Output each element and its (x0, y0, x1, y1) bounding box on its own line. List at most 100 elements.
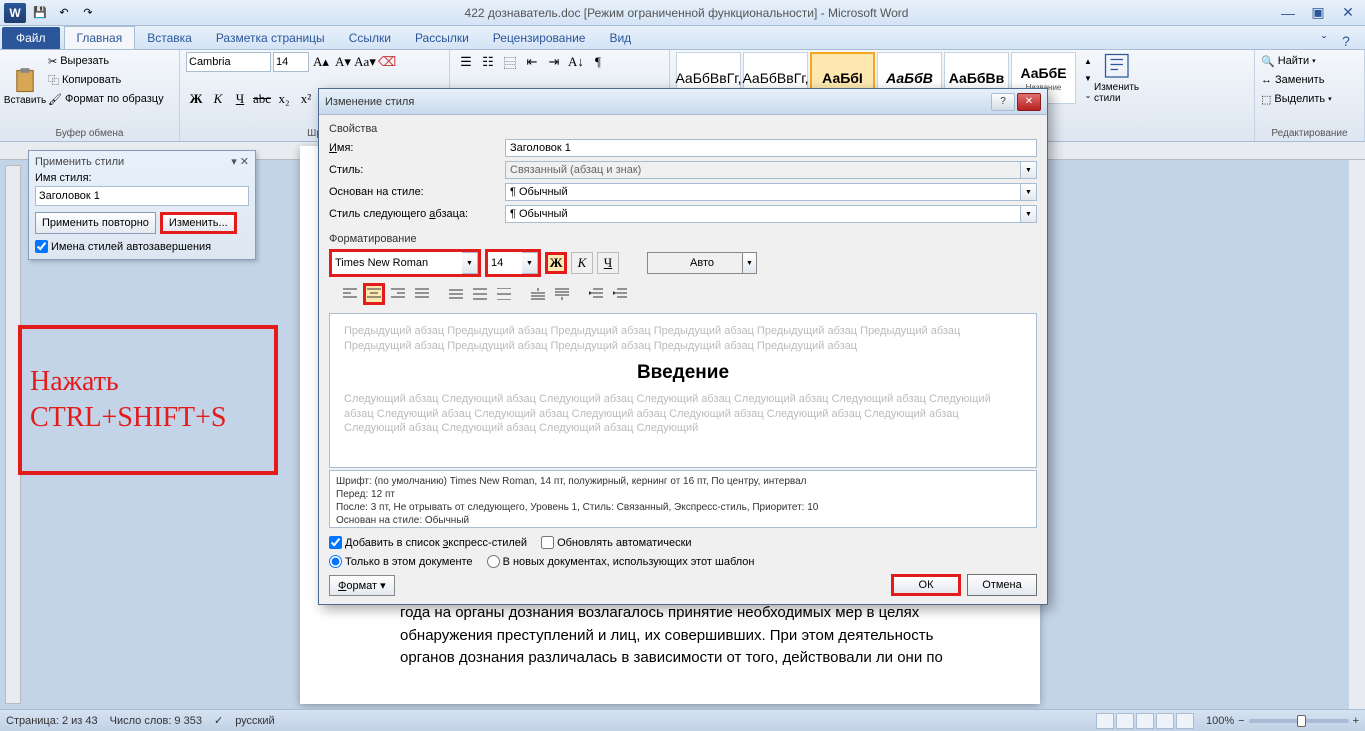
tab-review[interactable]: Рецензирование (481, 27, 598, 49)
help-icon[interactable]: ? (1335, 33, 1357, 49)
find-button[interactable]: 🔍Найти ▾ (1261, 52, 1358, 70)
indent-inc-button[interactable] (609, 283, 631, 305)
multilevel-button[interactable]: ⿳ (500, 52, 520, 72)
space-before-dec-button[interactable] (551, 283, 573, 305)
redo-icon[interactable]: ↷ (78, 4, 98, 22)
save-icon[interactable]: 💾 (30, 4, 50, 22)
clear-format-button[interactable]: ⌫ (377, 52, 397, 72)
ok-button[interactable]: ОК (891, 574, 961, 596)
zoom-level[interactable]: 100% (1206, 715, 1234, 727)
tab-view[interactable]: Вид (597, 27, 643, 49)
name-label: Имя: (329, 142, 505, 154)
apply-panel-dropdown[interactable]: ▾ (231, 156, 237, 168)
increase-indent-button[interactable]: ⇥ (544, 52, 564, 72)
format-menu-button[interactable]: Формат ▾ (329, 575, 395, 596)
based-on-select[interactable] (505, 183, 1021, 201)
dialog-bold-button[interactable]: Ж (545, 252, 567, 274)
outline-view[interactable] (1156, 713, 1174, 729)
modify-button[interactable]: Изменить... (160, 212, 237, 234)
dialog-underline-button[interactable]: Ч (597, 252, 619, 274)
align-justify-button[interactable] (411, 283, 433, 305)
bullets-button[interactable]: ☰ (456, 52, 476, 72)
align-right-button[interactable] (387, 283, 409, 305)
strikethrough-button[interactable]: abc (252, 89, 272, 109)
language[interactable]: русский (235, 715, 274, 727)
dialog-size-select[interactable] (488, 252, 522, 274)
draft-view[interactable] (1176, 713, 1194, 729)
word-count[interactable]: Число слов: 9 353 (110, 715, 202, 727)
shrink-font-button[interactable]: A▾ (333, 52, 353, 72)
line-spacing-2-button[interactable] (493, 283, 515, 305)
pilcrow-button[interactable]: ¶ (588, 52, 608, 72)
vertical-scrollbar[interactable] (1348, 160, 1365, 709)
tab-references[interactable]: Ссылки (337, 27, 403, 49)
dialog-italic-button[interactable]: К (571, 252, 593, 274)
zoom-out-button[interactable]: − (1238, 715, 1244, 727)
bold-button[interactable]: Ж (186, 89, 206, 109)
chevron-down-icon: ▼ (1021, 161, 1037, 179)
new-docs-radio[interactable]: В новых документах, использующих этот ша… (487, 555, 755, 568)
dialog-help-button[interactable]: ? (991, 93, 1015, 111)
maximize-button[interactable]: ▣ (1305, 4, 1331, 22)
close-button[interactable]: ✕ (1335, 4, 1361, 22)
line-spacing-1-button[interactable] (445, 283, 467, 305)
minimize-button[interactable]: — (1275, 4, 1301, 22)
next-style-select[interactable] (505, 205, 1021, 223)
space-before-inc-button[interactable] (527, 283, 549, 305)
undo-icon[interactable]: ↶ (54, 4, 74, 22)
change-styles-button[interactable]: Изменить стили (1094, 52, 1142, 104)
format-painter-button[interactable]: 🖌Формат по образцу (48, 90, 164, 108)
subscript-button[interactable]: x₂ (274, 89, 294, 109)
grow-font-button[interactable]: A▴ (311, 52, 331, 72)
paste-button[interactable]: Вставить (6, 52, 44, 106)
sort-button[interactable]: A↓ (566, 52, 586, 72)
autocomplete-checkbox[interactable]: Имена стилей автозавершения (35, 240, 249, 253)
apply-panel-close[interactable]: ✕ (240, 156, 249, 168)
tab-mailings[interactable]: Рассылки (403, 27, 481, 49)
indent-dec-button[interactable] (585, 283, 607, 305)
print-layout-view[interactable] (1096, 713, 1114, 729)
dialog-close-button[interactable]: ✕ (1017, 93, 1041, 111)
formatting-header: Форматирование (329, 233, 1037, 245)
tab-home[interactable]: Главная (64, 26, 136, 49)
cancel-button[interactable]: Отмена (967, 574, 1037, 596)
cut-button[interactable]: ✂Вырезать (48, 52, 164, 70)
spell-check-icon[interactable]: ✓ (214, 714, 223, 727)
zoom-in-button[interactable]: + (1353, 715, 1359, 727)
font-size-select[interactable] (273, 52, 309, 72)
numbering-button[interactable]: ☷ (478, 52, 498, 72)
web-layout-view[interactable] (1136, 713, 1154, 729)
name-input[interactable] (505, 139, 1037, 157)
clipboard-group: Вставить ✂Вырезать ⿻Копировать 🖌Формат п… (0, 50, 180, 141)
tab-file[interactable]: Файл (2, 27, 60, 49)
select-button[interactable]: ⬚Выделить ▾ (1261, 90, 1358, 108)
zoom-slider[interactable] (1249, 719, 1349, 723)
ribbon-minimize-icon[interactable]: ˇ (1313, 33, 1335, 49)
auto-update-checkbox[interactable]: Обновлять автоматически (541, 536, 692, 549)
decrease-indent-button[interactable]: ⇤ (522, 52, 542, 72)
align-center-button[interactable] (363, 283, 385, 305)
replace-button[interactable]: ↔Заменить (1261, 71, 1358, 89)
fullscreen-reading-view[interactable] (1116, 713, 1134, 729)
tab-insert[interactable]: Вставка (135, 27, 204, 49)
italic-button[interactable]: К (208, 89, 228, 109)
tab-layout[interactable]: Разметка страницы (204, 27, 337, 49)
style-name-select[interactable] (35, 186, 249, 206)
font-family-select[interactable] (186, 52, 271, 72)
underline-button[interactable]: Ч (230, 89, 250, 109)
style-name-label: Имя стиля: (35, 172, 249, 184)
reapply-button[interactable]: Применить повторно (35, 212, 156, 234)
dialog-font-select[interactable] (332, 252, 462, 274)
superscript-button[interactable]: x² (296, 89, 316, 109)
chevron-down-icon[interactable]: ▼ (1021, 205, 1037, 223)
chevron-down-icon[interactable]: ▼ (1021, 183, 1037, 201)
add-quick-checkbox[interactable]: Добавить в список экспресс-стилей (329, 536, 527, 549)
page-count[interactable]: Страница: 2 из 43 (6, 715, 98, 727)
copy-button[interactable]: ⿻Копировать (48, 71, 164, 89)
line-spacing-15-button[interactable] (469, 283, 491, 305)
properties-header: Свойства (329, 123, 1037, 135)
align-left-button[interactable] (339, 283, 361, 305)
change-case-button[interactable]: Aa▾ (355, 52, 375, 72)
only-this-doc-radio[interactable]: Только в этом документе (329, 555, 473, 568)
dialog-color-select[interactable]: Авто▼ (647, 252, 757, 274)
